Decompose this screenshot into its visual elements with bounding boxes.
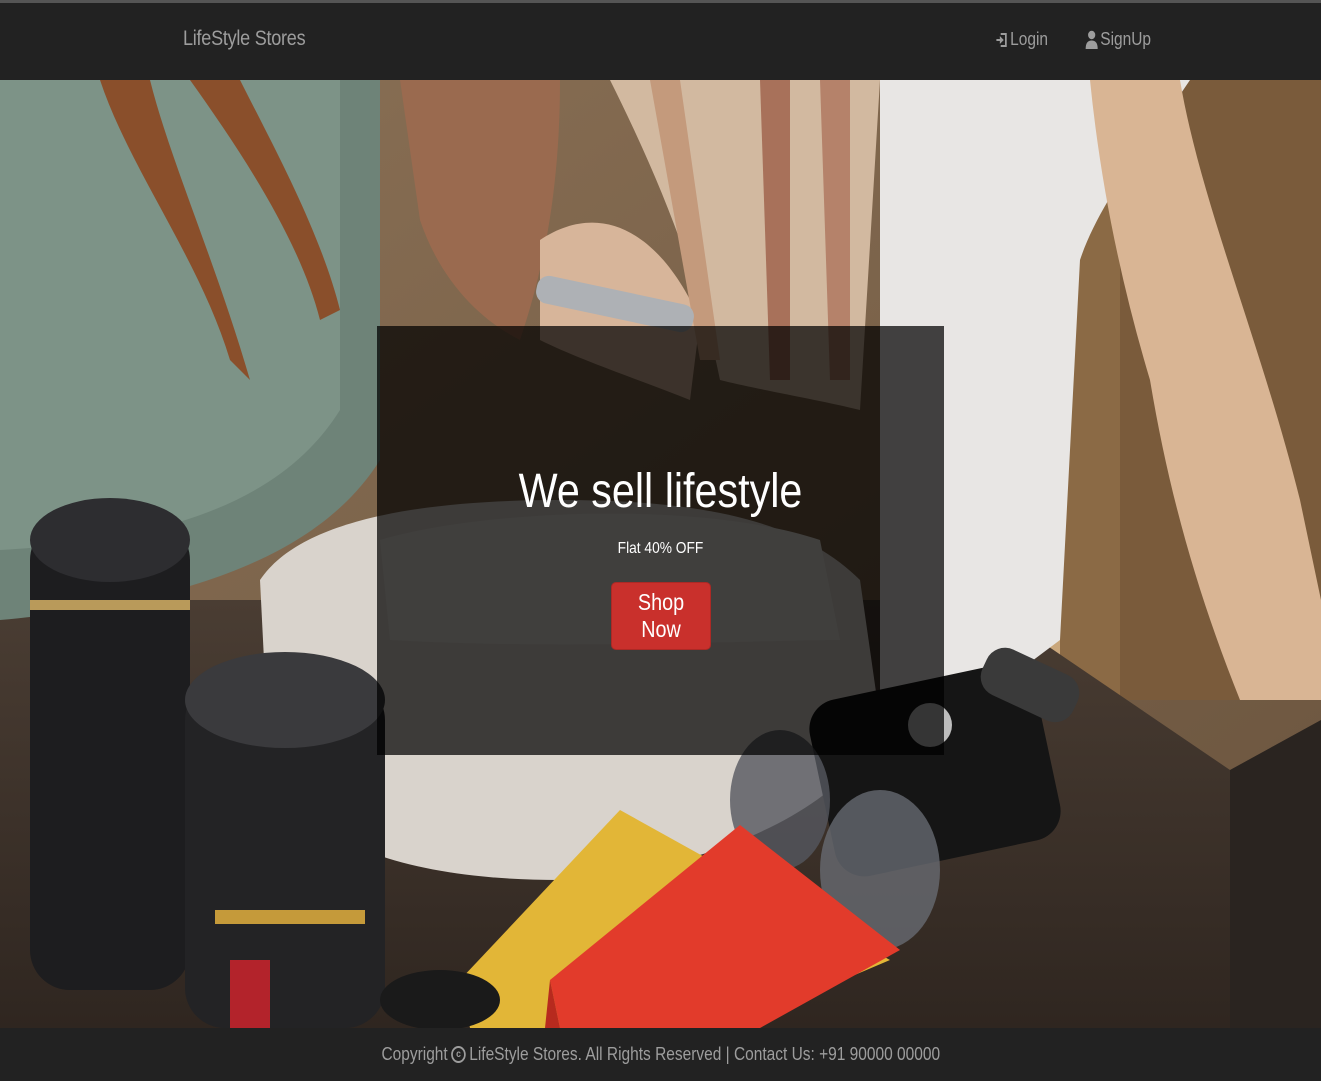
shop-now-label: Shop Now [637, 589, 685, 642]
footer: Copyright c LifeStyle Stores. All Rights… [0, 1028, 1321, 1081]
footer-prefix: Copyright [381, 1044, 448, 1064]
banner-title: We sell lifestyle [518, 465, 803, 518]
nav-links: Login SignUp [987, 29, 1151, 50]
banner-subtitle: Flat 40% OFF [617, 540, 704, 557]
page: LifeStyle Stores Login SignUp We sell li… [0, 0, 1321, 1081]
hero-banner: We sell lifestyle Flat 40% OFF Shop Now [377, 326, 944, 755]
login-link[interactable]: Login [995, 29, 1048, 50]
signup-link[interactable]: SignUp [1085, 29, 1151, 50]
footer-text: Copyright c LifeStyle Stores. All Rights… [381, 1044, 940, 1065]
navbar: LifeStyle Stores Login SignUp [0, 0, 1321, 80]
log-in-icon [995, 31, 1008, 49]
signup-label: SignUp [1100, 29, 1151, 49]
footer-copyright: LifeStyle Stores. All Rights Reserved | … [468, 1044, 940, 1064]
brand-link[interactable]: LifeStyle Stores [183, 27, 306, 51]
login-label: Login [1010, 29, 1048, 49]
shop-now-button[interactable]: Shop Now [611, 582, 711, 650]
user-icon [1085, 30, 1099, 50]
copyright-icon: c [450, 1046, 466, 1063]
